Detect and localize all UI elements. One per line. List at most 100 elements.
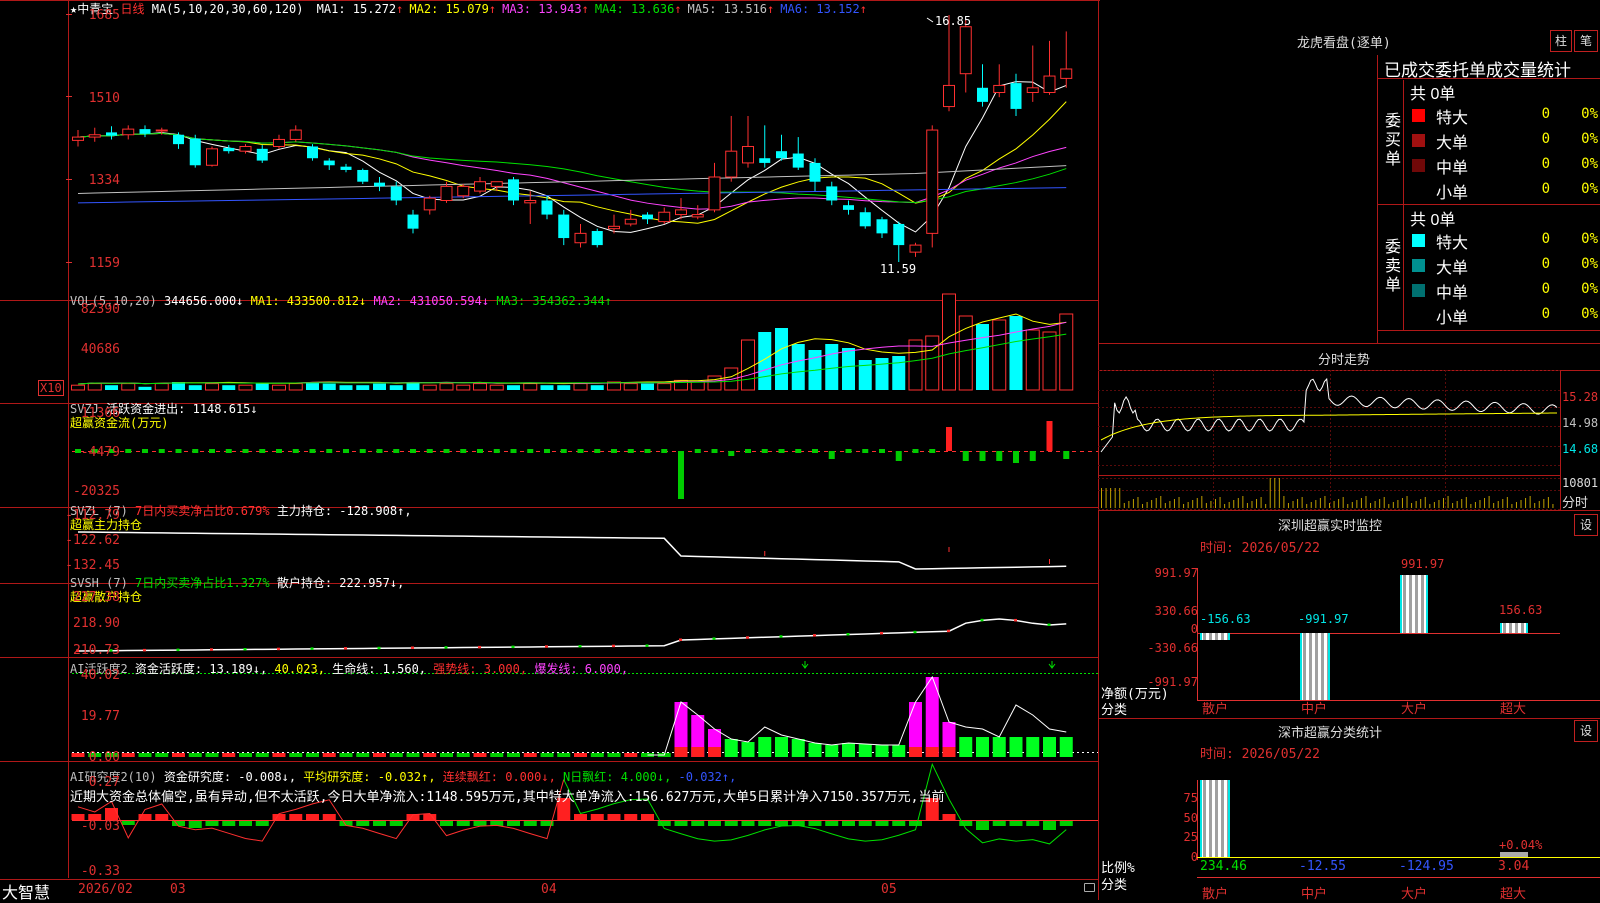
candle-body-1: [88, 134, 101, 138]
lhb-tabs[interactable]: 已成交委托单成交量统计: [1384, 56, 1571, 81]
ai-active-bar-5: [155, 753, 169, 757]
candle-body-8: [206, 148, 218, 166]
candle-body-27: [524, 199, 537, 204]
sz-class-title: 深市超赢分类统计: [1278, 726, 1383, 741]
ai-research-ytick-1: -0.03: [80, 819, 120, 834]
sz-monitor-time: 时间: 2026/05/22: [1200, 541, 1320, 556]
tick-mode-button[interactable]: 笔: [1574, 30, 1598, 52]
svzj-bar-42: [778, 449, 785, 453]
sz-class-settings-button[interactable]: 设: [1574, 720, 1598, 742]
candle-body-37: [691, 214, 704, 218]
szm-ytick-1: 330.66: [1154, 604, 1198, 618]
vol-bar-42: [775, 328, 788, 390]
szc-cat-3: 超大: [1500, 887, 1527, 902]
ai-active-bar-33: [624, 753, 638, 757]
candle-body-40: [742, 145, 754, 164]
ai-active-bar-25: [490, 753, 504, 757]
vol-bar-41: [758, 332, 772, 390]
vol-bar-18: [373, 383, 386, 390]
svzj-bar-59: [1063, 451, 1070, 459]
ai-active-d: 强势线: 3.000,: [433, 662, 528, 676]
candle-body-28: [541, 200, 553, 215]
buy-value-2: 0: [1541, 156, 1550, 172]
vol-bar-31: [590, 385, 604, 390]
ai-active-base-52: [942, 747, 956, 757]
svsh-dot-22: [444, 646, 448, 649]
svsh-dot-16: [344, 647, 347, 650]
sell-value-2: 0: [1541, 281, 1550, 297]
ai-active-bar-48: [875, 745, 889, 757]
svsh-dot-50: [913, 630, 917, 634]
sell-name-3: 小单: [1436, 310, 1469, 327]
ai-research-bar-58: [1043, 820, 1056, 830]
ai-research-bar-15: [322, 814, 336, 820]
buy-name-0: 特大: [1436, 110, 1469, 127]
ai-active-header: AI活跃度2 资金活跃度: 13.189↓, 40.023, 生命线: 1.56…: [70, 660, 628, 677]
vol-bar-48: [875, 358, 889, 390]
candle-body-36: [675, 209, 687, 216]
svzl-ratio: 7日内买卖净占比0.679%: [135, 504, 270, 518]
candle-body-54: [977, 87, 988, 102]
buy-pct-3: 0%: [1581, 181, 1598, 197]
candle-body-25: [490, 181, 503, 187]
svzj-bar-39: [728, 451, 735, 456]
lock-icon[interactable]: [1084, 883, 1095, 892]
vol-unit-badge[interactable]: X10: [38, 380, 64, 396]
intraday-vol-label: 分时: [1562, 496, 1589, 511]
ai-active-a: 资金活跃度: 13.189↓,: [134, 662, 268, 676]
svsh-dot-8: [210, 648, 213, 651]
vol-bar-13: [288, 383, 303, 391]
candle-body-49: [893, 223, 905, 246]
bar-mode-button[interactable]: 柱: [1550, 30, 1572, 52]
svsh-dot-40: [746, 636, 749, 639]
candle-body-13: [289, 129, 302, 140]
svsh-dot-10: [243, 648, 247, 651]
szm-cat-2: 大户: [1401, 702, 1428, 717]
svsh-dot-26: [511, 645, 515, 649]
chart-canvas[interactable]: [0, 0, 1600, 900]
period-label[interactable]: 日线: [120, 2, 144, 16]
candle-body-53: [959, 26, 972, 75]
sell-pct-2: 0%: [1581, 281, 1598, 297]
ai-research-bar-14: [306, 814, 319, 820]
ai-research-ytick-0: 0.27: [88, 775, 120, 790]
buy-value-3: 0: [1541, 181, 1550, 197]
candle-body-56: [1010, 83, 1022, 109]
candle-body-16: [340, 166, 352, 170]
candle-body-48: [876, 219, 888, 234]
sz-monitor-settings-button[interactable]: 设: [1574, 514, 1598, 536]
candle-body-4: [139, 129, 151, 134]
ai-active-bar-7: [188, 753, 202, 757]
ai-active-bar-30: [574, 753, 587, 757]
vol-bar-46: [842, 348, 855, 390]
svzj-bar-40: [745, 449, 751, 453]
ai-active-e: 爆发线: 6.000,: [534, 662, 629, 676]
svzj-bar-38: [711, 449, 718, 453]
svsh-dot-48: [880, 631, 883, 635]
vol-bar-34: [641, 383, 654, 390]
szc-ytick-3: 0: [1190, 850, 1198, 864]
svzj-bar-19: [393, 449, 400, 453]
ai-research-bar-31: [590, 814, 604, 820]
svsh-ytick-0: 227.38: [73, 590, 120, 605]
sell-pct-1: 0%: [1581, 256, 1598, 272]
sz-class-extra: +0.04%: [1499, 838, 1543, 852]
ai-active-bar-15: [322, 753, 336, 757]
candle-body-33: [624, 218, 637, 225]
svsh-dot-46: [846, 633, 850, 636]
vol-bar-58: [1042, 331, 1057, 391]
ai-active-base-38: [708, 747, 721, 757]
svsh-dot-20: [411, 646, 414, 649]
ai-active-bar-57: [1026, 737, 1040, 757]
szm-label-3: 156.63: [1499, 603, 1543, 617]
vol-bar-10: [238, 384, 253, 391]
svzj-bar-50: [912, 449, 919, 453]
ma-value-3: MA3: 13.943↑: [502, 2, 589, 16]
vol-bar-2: [105, 385, 118, 390]
szc-value-3: 3.04: [1498, 859, 1530, 874]
szc-value-2: -124.95: [1399, 859, 1454, 874]
ai-active-bar-49: [892, 745, 906, 757]
main-ytick-2: 1334: [88, 173, 120, 188]
ai-active-ytick-0: 40.02: [80, 668, 120, 683]
svzj-bar-7: [192, 449, 199, 453]
